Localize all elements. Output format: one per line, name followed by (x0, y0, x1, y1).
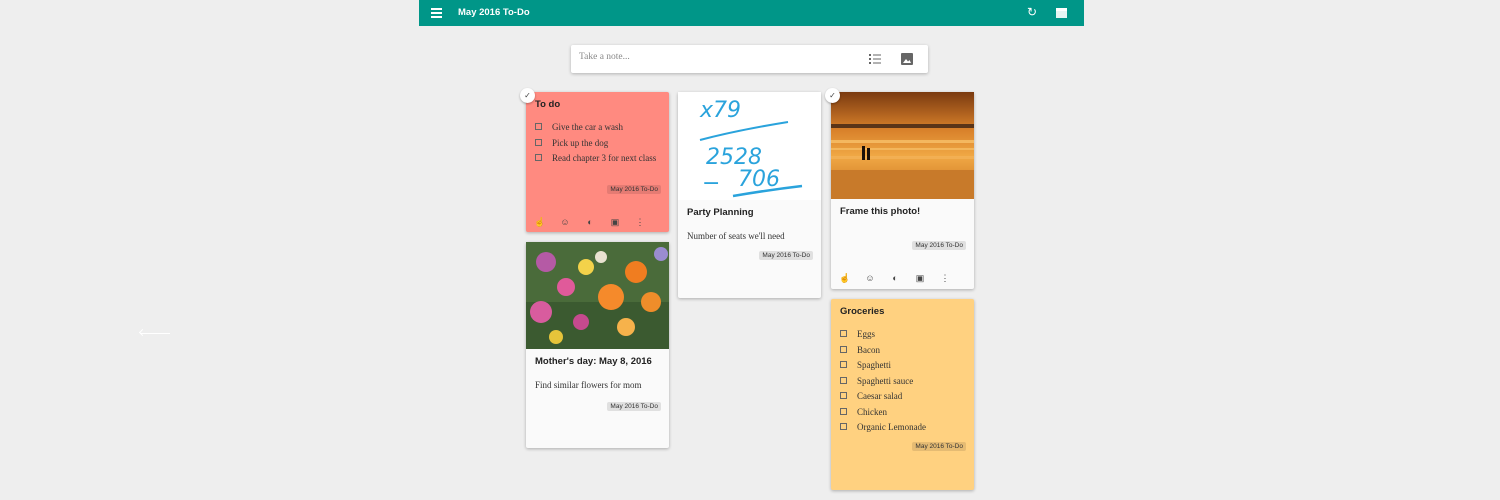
checkbox[interactable] (535, 138, 542, 146)
list-item[interactable]: Eggs (840, 329, 965, 340)
checkbox[interactable] (840, 361, 847, 368)
reminder-icon[interactable]: ☝ (839, 272, 851, 284)
note-card-todo[interactable]: ✓ To do Give the car a wash Pick up the … (520, 88, 669, 232)
checkbox[interactable] (840, 423, 847, 430)
list-item[interactable]: Spaghetti (840, 360, 965, 371)
collaborator-icon[interactable]: ☺ (559, 216, 571, 228)
check-icon[interactable]: ✓ (520, 88, 535, 103)
checkbox[interactable] (840, 345, 847, 353)
note-card-mothers-day[interactable]: Mother's day: May 8, 2016 Find similar f… (526, 242, 669, 448)
checkbox[interactable] (840, 392, 847, 399)
note-label[interactable]: May 2016 To-Do (912, 241, 966, 250)
checklist: Give the car a wash Pick up the dog Read… (526, 122, 669, 164)
checkbox[interactable] (840, 407, 847, 415)
refresh-icon[interactable]: ↻ (1027, 5, 1037, 19)
flowers-image (526, 242, 669, 349)
more-icon[interactable]: ⋮ (634, 216, 646, 228)
note-toolbar: ☝ ☺ ◐ ▣ ⋮ (839, 268, 964, 283)
image-icon[interactable] (901, 53, 913, 65)
check-icon[interactable]: ✓ (825, 88, 840, 103)
note-title: Party Planning (687, 207, 754, 218)
note-label[interactable]: May 2016 To-Do (607, 185, 661, 194)
app-title: May 2016 To-Do (458, 7, 530, 18)
note-body: Find similar flowers for mom (535, 380, 642, 390)
list-item[interactable]: Chicken (840, 407, 965, 418)
archive-icon[interactable]: ▣ (914, 272, 926, 284)
list-icon[interactable] (869, 54, 881, 64)
note-toolbar: ☝ ☺ ◐ ▣ ⋮ (534, 212, 659, 227)
take-note-bar (571, 45, 928, 73)
sunset-photo (831, 92, 974, 199)
palette-icon[interactable]: ◐ (889, 272, 901, 284)
svg-text:−: − (702, 171, 720, 196)
note-title: Mother's day: May 8, 2016 (535, 356, 652, 367)
list-item[interactable]: Give the car a wash (535, 122, 660, 133)
drawing-text: 706 (738, 167, 780, 192)
more-icon[interactable]: ⋮ (939, 272, 951, 284)
note-label[interactable]: May 2016 To-Do (759, 251, 813, 260)
list-item[interactable]: Bacon (840, 345, 965, 356)
drawing-text: x79 (699, 98, 741, 123)
palette-icon[interactable]: ◐ (584, 216, 596, 228)
list-item[interactable]: Read chapter 3 for next class (535, 153, 660, 164)
note-title: Groceries (840, 306, 885, 317)
note-title: Frame this photo! (840, 206, 921, 217)
note-label[interactable]: May 2016 To-Do (912, 442, 966, 451)
note-card-party-planning[interactable]: x79 2528 − 706 Party Planning Number of … (678, 92, 821, 298)
note-card-frame-photo[interactable]: ✓ Frame this photo! May 2016 To-Do ☝ ☺ ◐ ▣ ⋮ (825, 88, 974, 289)
list-item[interactable]: Spaghetti sauce (840, 376, 965, 387)
note-body: Number of seats we'll need (687, 231, 785, 241)
list-item[interactable]: Caesar salad (840, 391, 965, 402)
view-toggle-icon[interactable] (1056, 8, 1067, 18)
handwriting-drawing: x79 2528 − 706 (678, 92, 821, 200)
take-note-input[interactable] (579, 52, 829, 62)
reminder-icon[interactable]: ☝ (534, 216, 546, 228)
checkbox[interactable] (840, 330, 847, 337)
note-label[interactable]: May 2016 To-Do (607, 402, 661, 411)
note-card-groceries[interactable]: Groceries Eggs Bacon Spaghetti Spaghetti… (831, 299, 974, 490)
note-title: To do (535, 99, 561, 110)
checklist: Eggs Bacon Spaghetti Spaghetti sauce Cae… (831, 329, 974, 433)
app-bar: May 2016 To-Do ↻ (419, 0, 1084, 26)
list-item[interactable]: Pick up the dog (535, 138, 660, 149)
archive-icon[interactable]: ▣ (609, 216, 621, 228)
collaborator-icon[interactable]: ☺ (864, 272, 876, 284)
checkbox[interactable] (535, 154, 542, 161)
back-arrow-icon (140, 333, 170, 334)
menu-icon[interactable] (431, 8, 442, 18)
checkbox[interactable] (535, 123, 542, 130)
checkbox[interactable] (840, 376, 847, 384)
list-item[interactable]: Organic Lemonade (840, 422, 965, 433)
